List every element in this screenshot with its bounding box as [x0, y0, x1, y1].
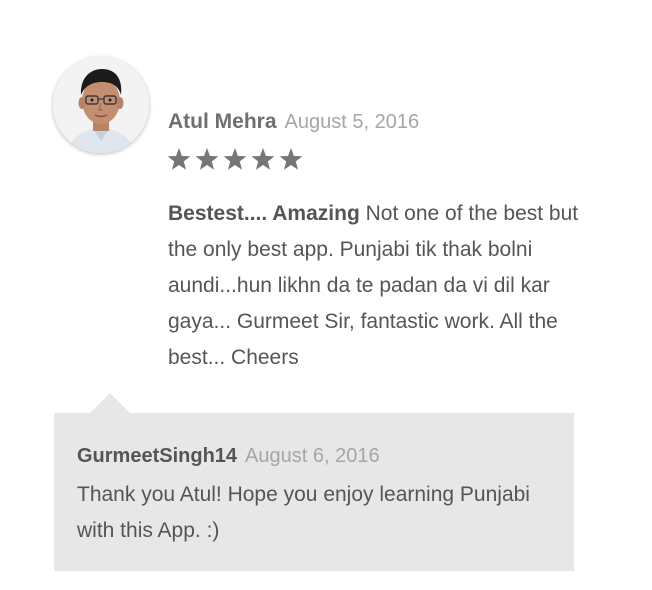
- star-rating: [166, 146, 304, 174]
- review-date: August 5, 2016: [284, 111, 420, 133]
- developer-reply: GurmeetSingh14 August 6, 2016 Thank you A…: [54, 393, 574, 571]
- avatar[interactable]: [53, 57, 149, 153]
- review-body: Bestest.... Amazing Not one of the best …: [168, 196, 588, 376]
- star-filled-icon: [167, 148, 191, 170]
- reply-pointer-arrow: [90, 393, 130, 413]
- reply-header: GurmeetSingh14 August 6, 2016: [77, 442, 380, 472]
- star-filled-icon: [195, 148, 219, 170]
- review-title: Bestest.... Amazing: [168, 202, 360, 225]
- reply-date: August 6, 2016: [245, 445, 380, 467]
- star-filled-icon: [223, 148, 247, 170]
- star-filled-icon: [251, 148, 275, 170]
- reply-text: Thank you Atul! Hope you enjoy learning …: [77, 483, 530, 542]
- reply-author: GurmeetSingh14: [77, 445, 238, 467]
- review-author[interactable]: Atul Mehra: [168, 110, 277, 133]
- star-filled-icon: [279, 148, 303, 170]
- review-card: Atul Mehra August 5, 2016 Bestest.... Ama…: [0, 0, 652, 590]
- review-text: Not one of the best but the only best ap…: [168, 202, 579, 369]
- review-header: Atul Mehra August 5, 2016: [168, 108, 419, 138]
- avatar-portrait-icon: [53, 57, 149, 153]
